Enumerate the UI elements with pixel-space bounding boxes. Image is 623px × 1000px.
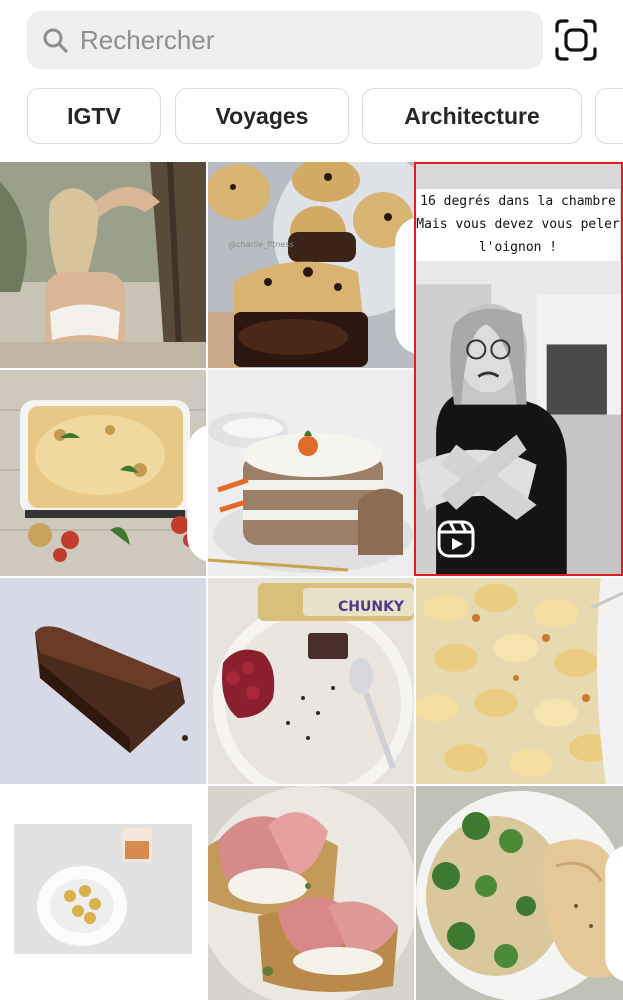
cookies-watermark: @charlie_fitness [228, 240, 294, 249]
photo-cookies-watermark[interactable]: @charlie_fitness [208, 162, 414, 368]
photo-gratin-dish[interactable] [0, 370, 206, 576]
reels-icon [437, 520, 475, 558]
photo-porridge-bowl[interactable]: CHUNKY [208, 578, 414, 784]
reel-caption-line-3: l'oignon ! [478, 240, 558, 255]
chip-igtv[interactable]: IGTV [27, 88, 161, 144]
category-chips: IGTV Voyages Architecture [0, 88, 623, 146]
multiple-photos-icon [605, 845, 623, 982]
reel-caption: 16 degrés dans la chambre Mais vous deve… [416, 189, 620, 261]
photo-plate-potatoes[interactable] [0, 786, 206, 1000]
photo-chocolate-cake-slice[interactable] [0, 578, 206, 784]
reel-tile[interactable]: 16 degrés dans la chambre Mais vous deve… [414, 162, 623, 576]
multiple-photos-icon [187, 425, 206, 562]
explore-page: Rechercher IGTV Voyages Architecture @ch… [0, 0, 623, 1000]
chip-next[interactable] [595, 88, 623, 144]
reel-caption-line-1: 16 degrés dans la chambre [420, 194, 616, 209]
search-row: Rechercher [0, 0, 623, 82]
reel-caption-line-2: Mais vous devez vous peler [416, 217, 620, 232]
chip-voyages[interactable]: Voyages [175, 88, 349, 144]
chip-architecture[interactable]: Architecture [362, 88, 582, 144]
photo-toast-prosciutto[interactable] [208, 786, 414, 1000]
chunky-bar-label: CHUNKY [338, 599, 405, 615]
photo-rice-broccoli-chicken[interactable] [416, 786, 623, 1000]
multiple-photos-icon [395, 217, 414, 354]
photo-carrot-cake[interactable] [208, 370, 414, 576]
photo-woman-beach[interactable] [0, 162, 206, 368]
scan-icon[interactable] [553, 17, 599, 63]
search-placeholder: Rechercher [80, 25, 215, 55]
photo-mac-and-cheese[interactable] [416, 578, 623, 784]
search-input[interactable]: Rechercher [27, 11, 543, 69]
search-icon [43, 28, 68, 53]
